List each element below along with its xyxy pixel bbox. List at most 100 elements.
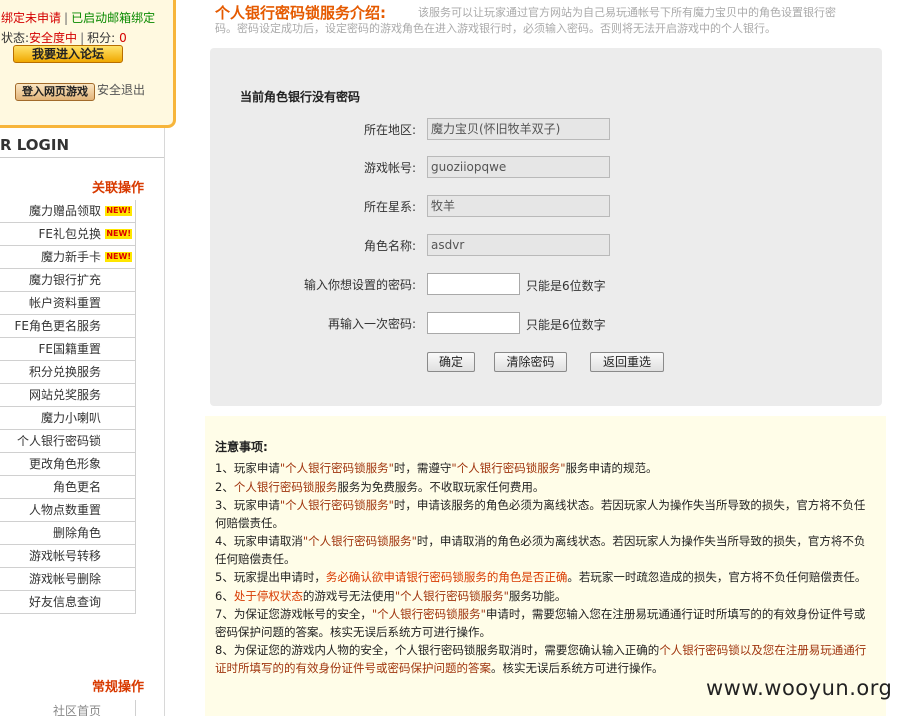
note-text: 8、为保证您的游戏内人物的安全，个人银行密码锁服务取消时，需要您确认输入正确的 [215, 643, 660, 657]
sidebar-item[interactable]: 个人银行密码锁 [0, 430, 136, 453]
note-text: 6、 [215, 588, 234, 603]
sidebar-item[interactable]: 积分兑换服务 [0, 361, 136, 384]
new-badge: NEW! [105, 252, 132, 262]
common-operations-title: 常规操作 [91, 680, 144, 695]
sidebar-item-label: 魔力赠品领取 [28, 204, 101, 218]
confirm-password-input[interactable] [427, 312, 520, 334]
sidebar-item-label: 魔力银行扩充 [28, 273, 101, 287]
note-text: 时，需遵守 [393, 461, 452, 475]
logout-link[interactable]: 安全退出 [97, 81, 145, 98]
note-highlight: 个人银行密码锁服务 [233, 479, 338, 494]
note-highlight: "个人银行密码锁服务" [302, 534, 417, 548]
sidebar-nav-common: 社区首页 [0, 700, 136, 716]
note-text: 3、玩家申请 [215, 498, 280, 512]
sidebar-item-label: 角色更名 [52, 480, 101, 494]
sidebar-item-label: FE国籍重置 [38, 342, 102, 356]
sidebar-item[interactable]: 魔力银行扩充 [0, 269, 136, 292]
page: 绑定未申请 | 已启动邮箱绑定 状态:安全度中 | 积分: 0 我要进入论坛 登入网页游戏… [0, 0, 912, 716]
sidebar-item[interactable]: 网站兑奖服务 [0, 384, 136, 407]
note-item: 7、为保证您游戏帐号的安全，"个人银行密码锁服务"申请时，需要您输入您在注册易玩… [215, 606, 873, 641]
sidebar-item[interactable]: 帐户资料重置 [0, 292, 136, 315]
sidebar-item[interactable]: 游戏帐号转移 [0, 545, 136, 568]
note-item: 5、玩家提出申请时，务必确认欲申请银行密码锁服务的角色是否正确。若玩家一时疏忽造… [215, 569, 873, 587]
note-item: 2、个人银行密码锁服务服务为免费服务。不收取玩家任何费用。 [215, 479, 873, 497]
unbound-status[interactable]: 绑定未申请 [1, 11, 61, 25]
points-value: 0 [119, 31, 127, 45]
account-row: 游戏帐号: guoziiopqwe [210, 156, 882, 178]
web-game-login-button[interactable]: 登入网页游戏 [15, 83, 95, 101]
security-level: 安全度中 [29, 31, 78, 45]
binding-status-row: 绑定未申请 | 已启动邮箱绑定 [1, 9, 155, 26]
form-heading: 当前角色银行没有密码 [240, 90, 361, 104]
sidebar-item[interactable]: FE礼包兑换 NEW! [0, 223, 136, 246]
star-system-row: 所在星系: 牧羊 [210, 195, 882, 217]
sidebar-item-label: 帐户资料重置 [28, 296, 101, 310]
back-reselect-button[interactable]: 返回重选 [590, 352, 664, 372]
sidebar-item-label: 更改角色形象 [28, 457, 101, 471]
note-text: 服务申请的规范。 [565, 461, 658, 475]
bank-password-form: 当前角色银行没有密码 所在地区: 魔力宝贝(怀旧牧羊双子) 游戏帐号: guoz… [210, 48, 882, 406]
sidebar-item[interactable]: 魔力小喇叭 [0, 407, 136, 430]
note-highlight: "个人银行密码锁服务" [279, 461, 394, 475]
note-text: 的游戏号无法使用 [302, 588, 395, 603]
sidebar-item[interactable]: 角色更名 [0, 476, 136, 499]
note-highlight: "个人银行密码锁服务" [394, 588, 509, 603]
notes-list: 1、玩家申请"个人银行密码锁服务"时，需遵守"个人银行密码锁服务"服务申请的规范… [215, 460, 873, 678]
sidebar-item[interactable]: 人物点数重置 [0, 499, 136, 522]
note-text: 。核实无误后系统方可进行操作。 [491, 660, 664, 675]
note-highlight: 处于停权状态 [233, 588, 303, 603]
note-text: 2、 [215, 479, 234, 494]
sidebar-item-label: 游戏帐号转移 [28, 549, 101, 563]
role-name-label: 角色名称: [363, 239, 416, 253]
sidebar-item[interactable]: 更改角色形象 [0, 453, 136, 476]
login-section-title: R LOGIN [0, 136, 165, 158]
mail-bind-status[interactable]: 已启动邮箱绑定 [71, 11, 155, 25]
left-column-divider [164, 128, 165, 716]
role-name-row: 角色名称: asdvr [210, 234, 882, 256]
sidebar-item-label: FE角色更名服务 [14, 319, 102, 333]
points-label: 积分: [87, 31, 116, 45]
sidebar-item-label: 人物点数重置 [28, 503, 101, 517]
confirm-button[interactable]: 确定 [427, 352, 475, 372]
password-hint: 只能是6位数字 [526, 279, 606, 293]
note-item: 8、为保证您的游戏内人物的安全，个人银行密码锁服务取消时，需要您确认输入正确的个… [215, 642, 873, 677]
confirm-password-hint: 只能是6位数字 [526, 318, 606, 332]
sidebar-item-label: 删除角色 [52, 526, 101, 540]
account-label: 游戏帐号: [363, 161, 416, 175]
note-highlight: "个人银行密码锁服务" [371, 607, 486, 621]
new-badge: NEW! [105, 206, 132, 216]
sidebar-item-label: 好友信息查询 [28, 595, 101, 609]
star-system-field: 牧羊 [427, 195, 610, 217]
sidebar-item-community-home[interactable]: 社区首页 [0, 700, 136, 716]
page-title: 个人银行密码锁服务介绍: [215, 4, 386, 22]
sidebar-item[interactable]: FE国籍重置 [0, 338, 136, 361]
region-row: 所在地区: 魔力宝贝(怀旧牧羊双子) [210, 118, 882, 140]
sidebar-item-label: FE礼包兑换 [38, 227, 102, 241]
account-field: guoziiopqwe [427, 156, 610, 178]
sidebar-item-label: 个人银行密码锁 [16, 434, 101, 448]
note-text: 5、玩家提出申请时， [215, 570, 326, 584]
sidebar-item[interactable]: FE角色更名服务 [0, 315, 136, 338]
related-operations-title: 关联操作 [91, 181, 144, 196]
note-highlight: 务必确认欲申请银行密码锁服务的角色是否正确 [325, 570, 568, 584]
note-text: 。若玩家一时疏忽造成的损失，官方将不负任何赔偿责任。 [567, 570, 867, 584]
region-label: 所在地区: [363, 123, 416, 137]
password-input[interactable] [427, 273, 520, 295]
sidebar-item[interactable]: 游戏帐号删除 [0, 568, 136, 591]
note-item: 3、玩家申请"个人银行密码锁服务"时，申请该服务的角色必须为离线状态。若因玩家人… [215, 497, 873, 532]
role-name-field: asdvr [427, 234, 610, 256]
clear-password-button[interactable]: 清除密码 [494, 352, 567, 372]
sidebar-item[interactable]: 删除角色 [0, 522, 136, 545]
notes-panel: 注意事项: 1、玩家申请"个人银行密码锁服务"时，需遵守"个人银行密码锁服务"服… [205, 416, 886, 716]
notes-title: 注意事项: [215, 440, 268, 454]
note-text: 7、为保证您游戏帐号的安全， [215, 607, 372, 621]
status-label: 状态: [1, 31, 30, 45]
enter-forum-button[interactable]: 我要进入论坛 [13, 45, 123, 63]
note-item: 4、玩家申请取消"个人银行密码锁服务"时，申请取消的角色必须为离线状态。若因玩家… [215, 533, 873, 568]
sidebar-item-label: 游戏帐号删除 [28, 572, 101, 586]
sidebar-item[interactable]: 魔力赠品领取 NEW! [0, 200, 136, 223]
sidebar-item[interactable]: 好友信息查询 [0, 591, 136, 614]
note-text: 服务为免费服务。不收取玩家任何费用。 [337, 479, 545, 494]
service-description-line1: 该服务可以让玩家通过官方网站为自己易玩通帐号下所有魔力宝贝中的角色设置银行密 [418, 6, 836, 19]
sidebar-item[interactable]: 魔力新手卡 NEW! [0, 246, 136, 269]
